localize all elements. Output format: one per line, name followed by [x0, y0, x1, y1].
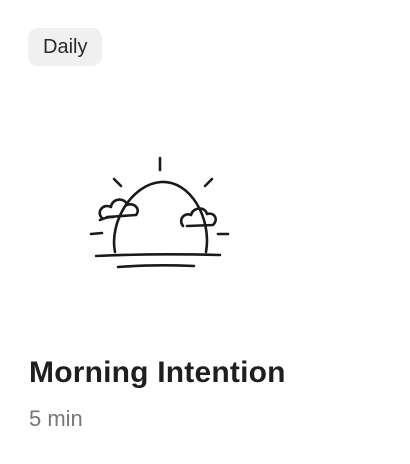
- sunrise-with-clouds-icon: [89, 156, 230, 269]
- card-title: Morning Intention: [29, 356, 286, 389]
- duration-label: 5 min: [29, 406, 83, 431]
- meditation-card[interactable]: Daily Morning Intention 5 min: [0, 0, 410, 464]
- category-badge: Daily: [28, 28, 103, 66]
